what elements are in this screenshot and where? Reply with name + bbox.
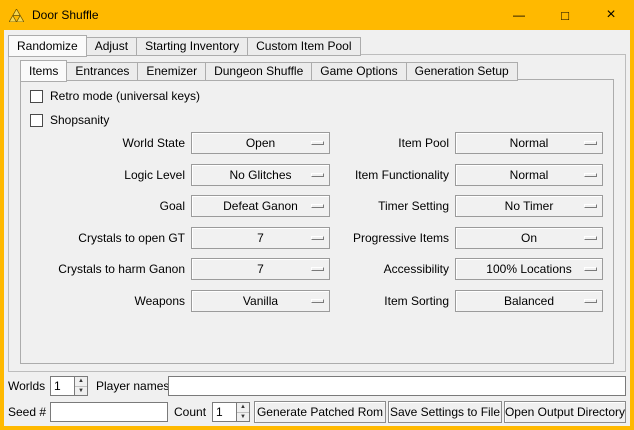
triforce-icon bbox=[9, 9, 24, 22]
seed-label: Seed # bbox=[8, 402, 46, 422]
player-names-input[interactable] bbox=[168, 376, 626, 396]
field-label-weapons: Weapons bbox=[4, 290, 185, 312]
tab-items[interactable]: Items bbox=[20, 60, 67, 82]
tab-starting-inventory[interactable]: Starting Inventory bbox=[136, 37, 248, 56]
checkbox-label: Retro mode (universal keys) bbox=[50, 89, 200, 103]
field-label-timer-setting: Timer Setting bbox=[284, 195, 449, 217]
generate-patched-rom-button[interactable]: Generate Patched Rom bbox=[254, 401, 386, 423]
player-names-label: Player names bbox=[96, 376, 169, 396]
retro-mode-checkbox[interactable]: Retro mode (universal keys) bbox=[30, 88, 200, 104]
field-label-world-state: World State bbox=[4, 132, 185, 154]
tab-entrances[interactable]: Entrances bbox=[66, 62, 138, 81]
tab-generation-setup[interactable]: Generation Setup bbox=[406, 62, 518, 81]
tab-enemizer[interactable]: Enemizer bbox=[137, 62, 206, 81]
dropdown-item-functionality[interactable]: Normal bbox=[455, 164, 603, 186]
titlebar[interactable]: Door Shuffle — □ × bbox=[0, 0, 634, 30]
count-input[interactable] bbox=[213, 403, 236, 421]
field-label-item-sorting: Item Sorting bbox=[284, 290, 449, 312]
field-label-crystals-harm-ganon: Crystals to harm Ganon bbox=[4, 258, 185, 280]
dropdown-progressive-items[interactable]: On bbox=[455, 227, 603, 249]
tab-game-options[interactable]: Game Options bbox=[311, 62, 406, 81]
close-button[interactable]: × bbox=[588, 0, 634, 30]
dropdown-indicator-icon bbox=[584, 236, 597, 240]
spinner-up-icon[interactable]: ▲ bbox=[237, 403, 249, 413]
inner-tabbar: Items Entrances Enemizer Dungeon Shuffle… bbox=[20, 60, 517, 81]
open-output-directory-button[interactable]: Open Output Directory bbox=[504, 401, 626, 423]
count-label: Count bbox=[174, 402, 206, 422]
spinner-down-icon[interactable]: ▼ bbox=[237, 413, 249, 422]
tab-custom-item-pool[interactable]: Custom Item Pool bbox=[247, 37, 360, 56]
worlds-input[interactable] bbox=[51, 377, 74, 395]
checkbox-label: Shopsanity bbox=[50, 113, 109, 127]
app-icon bbox=[9, 8, 25, 22]
dropdown-item-sorting[interactable]: Balanced bbox=[455, 290, 603, 312]
tab-randomize[interactable]: Randomize bbox=[8, 35, 87, 57]
outer-tabbar: Randomize Adjust Starting Inventory Cust… bbox=[8, 35, 360, 56]
dropdown-indicator-icon bbox=[584, 141, 597, 145]
tab-dungeon-shuffle[interactable]: Dungeon Shuffle bbox=[205, 62, 312, 81]
dropdown-indicator-icon bbox=[584, 299, 597, 303]
minimize-button[interactable]: — bbox=[496, 0, 542, 30]
field-label-logic-level: Logic Level bbox=[4, 164, 185, 186]
dropdown-item-pool[interactable]: Normal bbox=[455, 132, 603, 154]
spinner-up-icon[interactable]: ▲ bbox=[75, 377, 87, 387]
dropdown-indicator-icon bbox=[584, 267, 597, 271]
field-label-accessibility: Accessibility bbox=[284, 258, 449, 280]
worlds-label: Worlds bbox=[8, 376, 45, 396]
tab-adjust[interactable]: Adjust bbox=[86, 37, 137, 56]
count-spinner[interactable]: ▲ ▼ bbox=[212, 402, 250, 422]
client-area: Randomize Adjust Starting Inventory Cust… bbox=[4, 30, 630, 426]
checkbox-box[interactable] bbox=[30, 90, 43, 103]
spinner-down-icon[interactable]: ▼ bbox=[75, 387, 87, 396]
dropdown-indicator-icon bbox=[584, 204, 597, 208]
dropdown-accessibility[interactable]: 100% Locations bbox=[455, 258, 603, 280]
worlds-spinner[interactable]: ▲ ▼ bbox=[50, 376, 88, 396]
checkbox-box[interactable] bbox=[30, 114, 43, 127]
dropdown-timer-setting[interactable]: No Timer bbox=[455, 195, 603, 217]
spinner-arrows: ▲ ▼ bbox=[74, 377, 87, 395]
field-label-item-functionality: Item Functionality bbox=[284, 164, 449, 186]
field-label-progressive-items: Progressive Items bbox=[284, 227, 449, 249]
shopsanity-checkbox[interactable]: Shopsanity bbox=[30, 112, 109, 128]
field-label-item-pool: Item Pool bbox=[284, 132, 449, 154]
window-title: Door Shuffle bbox=[32, 8, 99, 22]
field-label-crystals-open-gt: Crystals to open GT bbox=[4, 227, 185, 249]
seed-input[interactable] bbox=[50, 402, 168, 422]
window-controls: — □ × bbox=[496, 0, 634, 30]
maximize-button[interactable]: □ bbox=[542, 0, 588, 30]
spinner-arrows: ▲ ▼ bbox=[236, 403, 249, 421]
dropdown-indicator-icon bbox=[584, 173, 597, 177]
app-window: Door Shuffle — □ × Randomize Adjust Star… bbox=[0, 0, 634, 430]
field-label-goal: Goal bbox=[4, 195, 185, 217]
save-settings-button[interactable]: Save Settings to File bbox=[388, 401, 502, 423]
